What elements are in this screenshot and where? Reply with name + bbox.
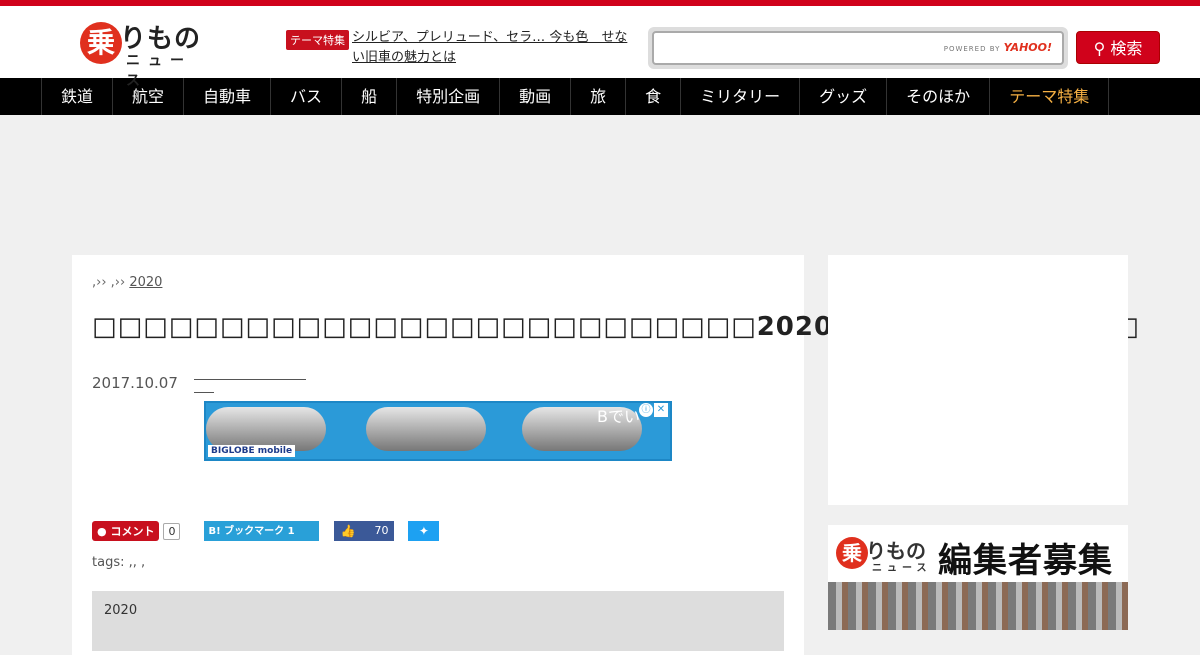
nav-item-video[interactable]: 動画 (499, 78, 570, 115)
thumbs-up-icon: 👍 (340, 524, 356, 538)
search-input[interactable]: POWERED BY YAHOO! (652, 31, 1064, 65)
nav-item-military[interactable]: ミリタリー (680, 78, 799, 115)
ad-close-icon[interactable]: ✕ (654, 403, 668, 417)
comment-icon: ● (97, 525, 107, 538)
article-date: 2017.10.07 (92, 374, 178, 392)
article-meta: 2017.10.07 (92, 364, 784, 393)
logo-subtext: ニュース (126, 53, 192, 89)
ad-banner[interactable]: BIGLOBE mobile Bでい ⓘ ✕ (204, 401, 672, 461)
breadcrumb: ,›› ,›› 2020 (92, 275, 163, 290)
logo-emblem: 乗 (80, 22, 122, 64)
article-title: □□□□□□□□□□□□□□□□□□□□□□□□□□2020□□□□□□□□□□… (92, 312, 1140, 342)
comment-button[interactable]: ● コメント (92, 521, 160, 541)
author-link[interactable] (193, 364, 306, 393)
recruit-photo (828, 582, 1128, 630)
nav-item-special[interactable]: 特別企画 (396, 78, 499, 115)
twitter-button[interactable]: ✦ (408, 521, 440, 541)
sidebar-ad[interactable] (828, 255, 1128, 505)
nav-item-ship[interactable]: 船 (341, 78, 396, 115)
nav-item-food[interactable]: 食 (625, 78, 680, 115)
facebook-like-button[interactable]: 👍 70 (334, 521, 395, 541)
theme-badge: テーマ特集 (286, 30, 349, 50)
banner-text: Bでい (597, 407, 640, 426)
ad-info-icon[interactable]: ⓘ (639, 403, 653, 417)
nav-item-other[interactable]: そのほか (886, 78, 989, 115)
banner-image (366, 407, 486, 451)
powered-by-label: POWERED BY YAHOO! (943, 41, 1052, 54)
article-tags: tags: ,, , (92, 555, 146, 570)
nav-item-bus[interactable]: バス (270, 78, 341, 115)
banner-logo: BIGLOBE mobile (208, 445, 296, 457)
search-box: POWERED BY YAHOO! (648, 27, 1068, 69)
nav-item-goods[interactable]: グッズ (799, 78, 886, 115)
related-label: 2020 (104, 603, 138, 618)
social-buttons: ● コメント 0 B! ブックマーク 1 👍 70 ✦ (92, 521, 440, 541)
nav-item-travel[interactable]: 旅 (570, 78, 625, 115)
top-ad-space (0, 115, 1200, 255)
site-logo[interactable]: 乗 りもの ニュース (80, 18, 210, 89)
search-icon: ⚲ (1093, 39, 1106, 58)
nav-item-theme[interactable]: テーマ特集 (989, 78, 1110, 115)
recruit-heading: 編集者募集 (938, 541, 1113, 581)
recruit-banner[interactable]: 乗 りもの ニュース 編集者募集 (828, 525, 1128, 630)
related-box[interactable]: 2020 (92, 591, 784, 651)
theme-link[interactable]: シルビア、プレリュード、セラ… 今も色 せない旧車の魅力とは (352, 28, 632, 68)
hatena-bookmark-button[interactable]: B! ブックマーク 1 (204, 521, 320, 541)
comment-count: 0 (163, 522, 181, 540)
search-button[interactable]: ⚲ 検索 (1076, 31, 1160, 64)
nav-item-railway[interactable]: 鉄道 (41, 78, 112, 115)
recruit-logo-emblem: 乗 (836, 537, 868, 569)
recruit-logo-subtext: ニュース (872, 563, 932, 574)
site-header: 乗 りもの ニュース テーマ特集 シルビア、プレリュード、セラ… 今も色 せない… (0, 6, 1200, 89)
twitter-bird-icon: ✦ (418, 524, 429, 538)
article-main: ,›› ,›› 2020 □□□□□□□□□□□□□□□□□□□□□□□□□□2… (72, 255, 1140, 655)
breadcrumb-link[interactable]: 2020 (129, 275, 162, 290)
